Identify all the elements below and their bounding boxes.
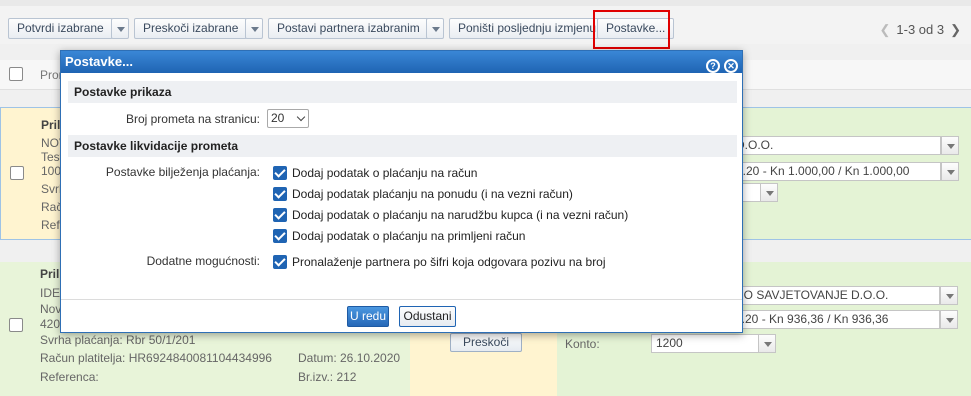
partner-select[interactable]: D.O.O. — [731, 136, 941, 155]
row-checkbox[interactable] — [10, 166, 24, 180]
account-select-dropdown[interactable] — [760, 183, 778, 202]
help-icon[interactable]: ? — [706, 59, 720, 73]
card-title: Pril — [41, 118, 61, 132]
purpose-text: Svrha plaćanja: Rbr 50/1/201 — [40, 333, 196, 347]
cancel-button[interactable]: Odustani — [399, 306, 456, 327]
set-partner-button[interactable]: Postavi partnera izabranim — [268, 18, 429, 39]
document-select[interactable]: 0.20 - Kn 936,36 / Kn 936,36 — [730, 310, 940, 329]
checkbox-checked-icon[interactable] — [273, 208, 287, 222]
section-liquidation: Postavke likvidacije prometa — [68, 135, 737, 157]
option-label: Pronalaženje partnera po šifri koja odgo… — [292, 255, 606, 269]
partner-select-dropdown[interactable] — [941, 136, 959, 155]
payer-account-text: Račun platitelja: HR6924840081104434996 — [40, 351, 272, 365]
set-partner-dropdown[interactable] — [426, 18, 444, 39]
document-select-dropdown[interactable] — [941, 162, 959, 181]
account-label: Konto: — [565, 337, 600, 351]
chevron-down-icon — [296, 112, 306, 122]
card-line: IDE — [40, 286, 61, 300]
skip-selected-button[interactable]: Preskoči izabrane — [134, 18, 248, 39]
settings-dialog: Postavke... ? ✕ Postavke prikaza Broj pro… — [60, 50, 743, 333]
document-select[interactable]: 0.20 - Kn 1.000,00 / Kn 1.000,00 — [731, 162, 941, 181]
payment-settings-label: Postavke bilježenja plaćanja: — [105, 165, 260, 179]
account-select-dropdown[interactable] — [758, 334, 776, 353]
undo-last-button[interactable]: Poništi posljednju izmjenu — [449, 18, 606, 39]
highlight-box — [593, 10, 670, 49]
confirm-selected-button[interactable]: Potvrdi izabrane — [8, 18, 113, 39]
per-page-select[interactable]: 20 — [267, 109, 309, 128]
dialog-titlebar: Postavke... ? ✕ — [61, 51, 742, 73]
next-page-icon[interactable]: ❯ — [950, 22, 961, 37]
per-page-label: Broj prometa na stranicu: — [125, 112, 260, 126]
option-label: Dodaj podatak o plaćanju na primljeni ra… — [292, 229, 526, 243]
account-select[interactable]: 1200 — [651, 334, 759, 353]
checkbox-checked-icon[interactable] — [273, 166, 287, 180]
dialog-footer-divider — [61, 299, 742, 300]
pager: ❮ 1-3 od 3 ❯ — [879, 22, 961, 38]
skip-button[interactable]: Preskoči — [450, 333, 522, 352]
extra-options-label: Dodatne mogućnosti: — [146, 254, 260, 268]
toolbar: Potvrdi izabrane Preskoči izabrane Posta… — [0, 0, 971, 49]
card-line: Nov — [40, 302, 62, 316]
section-display: Postavke prikaza — [68, 81, 737, 103]
document-select-dropdown[interactable] — [940, 310, 958, 329]
row-checkbox[interactable] — [9, 318, 23, 332]
select-all-checkbox[interactable] — [9, 67, 23, 81]
option-label: Dodaj podatak o plaćanju na narudžbu kup… — [292, 208, 629, 222]
card-title: Pril — [40, 267, 60, 281]
card-line: 100 — [41, 164, 62, 178]
date-text: Datum: 26.10.2020 — [298, 351, 401, 365]
dialog-title: Postavke... — [65, 54, 133, 69]
option-label: Dodaj podatak plaćanju na ponudu (i na v… — [292, 187, 573, 201]
partner-select-dropdown[interactable] — [940, 286, 958, 305]
checkbox-checked-icon[interactable] — [273, 229, 287, 243]
reference-text: Referenca: — [40, 370, 99, 384]
option-label: Dodaj podatak o plaćanju na račun — [292, 166, 478, 180]
per-page-value: 20 — [271, 111, 285, 125]
pager-text: 1-3 od 3 — [896, 22, 945, 37]
statement-text: Br.izv.: 212 — [298, 370, 357, 384]
checkbox-checked-icon[interactable] — [273, 187, 287, 201]
checkbox-checked-icon[interactable] — [273, 255, 287, 269]
skip-selected-dropdown[interactable] — [245, 18, 263, 39]
card-line: 420 — [40, 317, 61, 331]
close-icon[interactable]: ✕ — [724, 59, 738, 73]
prev-page-icon[interactable]: ❮ — [879, 22, 890, 37]
ok-button[interactable]: U redu — [347, 306, 389, 327]
confirm-selected-dropdown[interactable] — [111, 18, 129, 39]
partner-select[interactable]: NO SAVJETOVANJE D.O.O. — [730, 286, 940, 305]
